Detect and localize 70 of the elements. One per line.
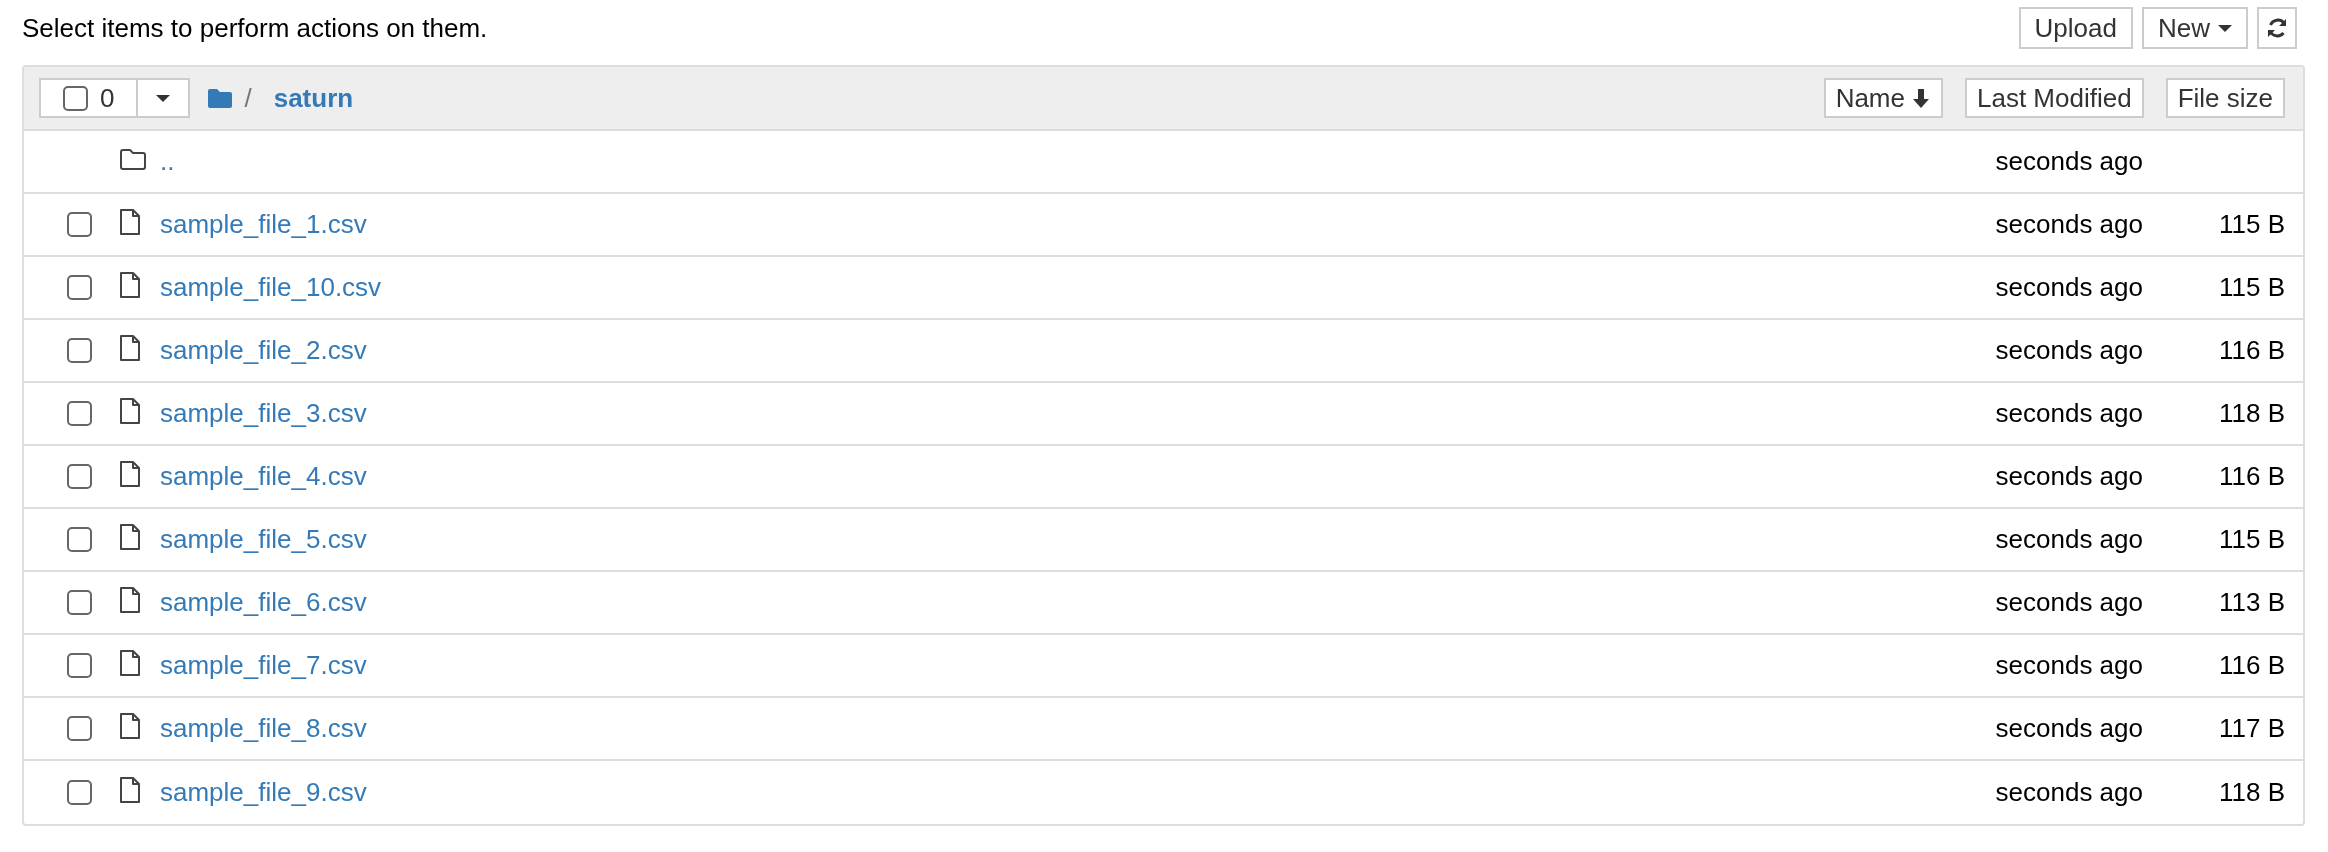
file-icon [120,397,140,424]
refresh-button[interactable] [2257,7,2297,49]
modified-time: seconds ago [1995,208,2143,241]
sort-button[interactable]: Last Modified [1965,78,2144,118]
checkbox[interactable] [63,85,88,111]
sort-button[interactable]: Name [1823,78,1943,118]
file-link[interactable]: sample_file_9.csv [160,773,367,812]
file-icon [120,460,140,487]
selected-count: 0 [100,85,115,111]
file-icon [120,712,140,739]
breadcrumb-link[interactable]: saturn [273,78,354,118]
modified-time: seconds ago [1995,397,2143,430]
file-icon [120,523,140,550]
instructions-text: Select items to perform actions on them. [22,15,488,41]
modified-time: seconds ago [1995,334,2143,367]
file-size: 115 B [2219,208,2285,241]
file-link[interactable]: sample_file_5.csv [160,520,367,559]
file-size: 116 B [2219,460,2285,493]
file-icon [120,208,140,235]
file-size: 118 B [2219,397,2285,430]
checkbox[interactable] [67,212,92,237]
file-link[interactable]: sample_file_6.csv [160,583,367,622]
modified-time: seconds ago [1995,586,2143,619]
folder-icon [120,147,146,170]
down-arrow-icon [1911,88,1931,108]
checkbox[interactable] [67,275,92,300]
file-icon [120,334,140,361]
checkbox[interactable] [67,401,92,426]
checkbox[interactable] [67,527,92,552]
modified-time: seconds ago [1995,776,2143,809]
file-link[interactable]: sample_file_4.csv [160,457,367,496]
folder-icon [208,88,233,108]
file-size: 115 B [2219,271,2285,304]
modified-time: seconds ago [1995,523,2143,556]
file-icon [120,271,140,298]
checkbox[interactable] [67,653,92,678]
file-link[interactable]: sample_file_2.csv [160,331,367,370]
file-size: 113 B [2219,586,2285,619]
modified-time: seconds ago [1995,271,2143,304]
file-size: 116 B [2219,334,2285,367]
file-link[interactable]: sample_file_3.csv [160,394,367,433]
upload-button[interactable]: Upload [2018,7,2133,49]
modified-time: seconds ago [1995,145,2143,178]
caret-icon [2218,24,2232,32]
modified-time: seconds ago [1995,460,2143,493]
file-link[interactable]: sample_file_1.csv [160,205,367,244]
refresh-icon [2267,17,2287,39]
file-icon [120,776,140,803]
new-button[interactable]: New [2142,7,2248,49]
select-dropdown-button[interactable]: 0 [39,78,191,118]
modified-time: seconds ago [1995,712,2143,745]
caret-icon [156,94,171,102]
file-size: 117 B [2219,712,2285,745]
file-link[interactable]: sample_file_10.csv [160,268,382,307]
checkbox[interactable] [67,464,92,489]
file-link[interactable]: .. [160,142,175,181]
sort-button[interactable]: File size [2165,78,2285,118]
file-size: 115 B [2219,523,2285,556]
checkbox[interactable] [67,780,92,805]
breadcrumb-separator: / [244,81,252,115]
checkbox[interactable] [67,716,92,741]
checkbox[interactable] [67,338,92,363]
checkbox[interactable] [67,590,92,615]
file-link[interactable]: sample_file_7.csv [160,646,367,685]
file-size: 118 B [2219,776,2285,809]
modified-time: seconds ago [1995,649,2143,682]
file-icon [120,586,140,613]
file-size: 116 B [2219,649,2285,682]
file-link[interactable]: sample_file_8.csv [160,709,367,748]
file-icon [120,649,140,676]
